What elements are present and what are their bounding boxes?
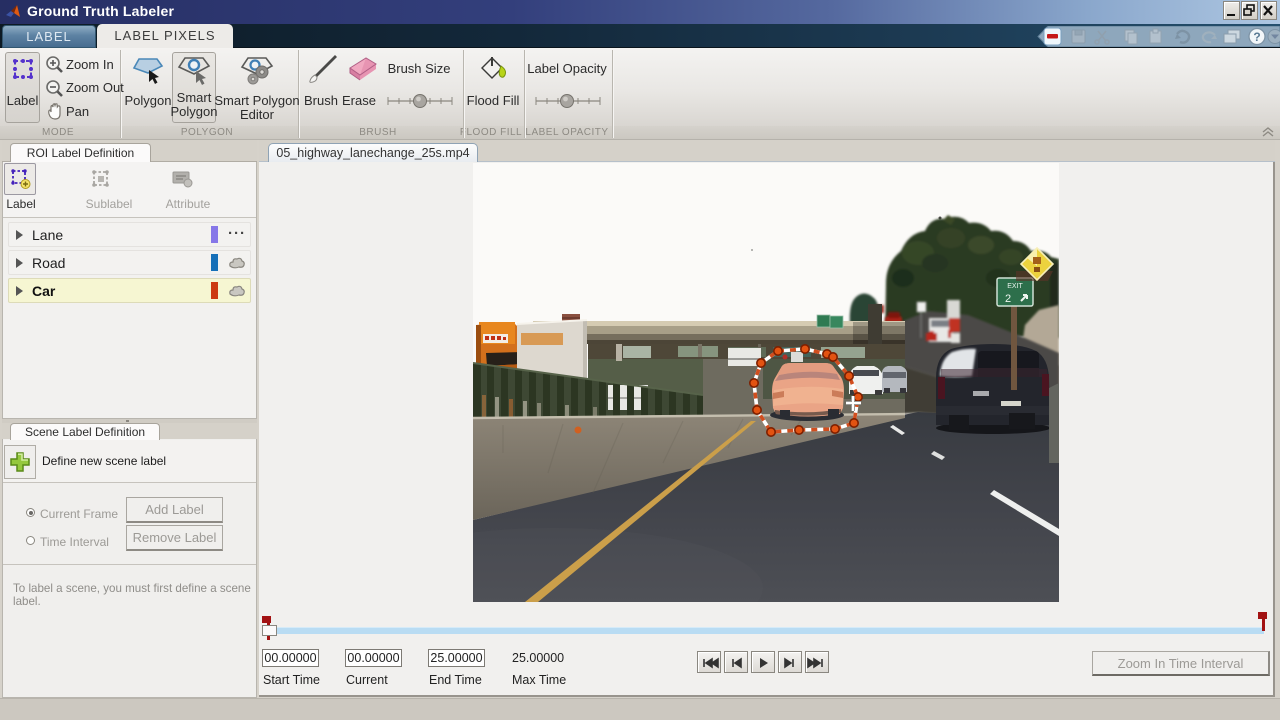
- svg-text:2: 2: [1005, 293, 1011, 305]
- svg-text:EXIT: EXIT: [1007, 283, 1023, 290]
- svg-text:?: ?: [1253, 30, 1260, 44]
